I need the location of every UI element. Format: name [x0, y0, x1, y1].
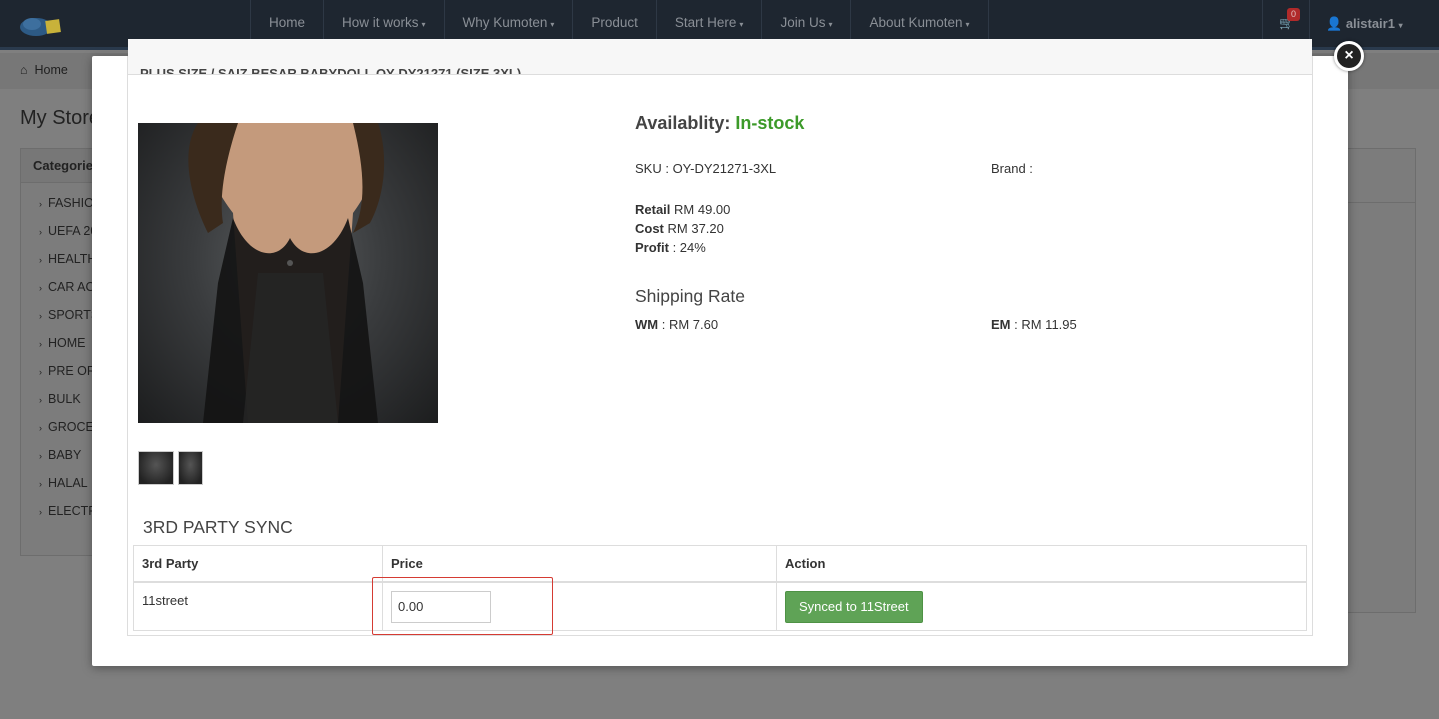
party-cell: 11street [133, 581, 383, 631]
chevron-down-icon: ▾ [421, 20, 426, 29]
shipping-em: EM : RM 11.95 [991, 317, 1077, 332]
chevron-right-icon: › [39, 423, 42, 433]
content-panel [1346, 148, 1416, 613]
chevron-right-icon: › [39, 227, 42, 237]
home-icon: ⌂ [20, 63, 28, 77]
third-party-sync-title: 3RD PARTY SYNC [143, 517, 293, 537]
user-menu[interactable]: 👤 alistair1 ▾ [1310, 0, 1403, 48]
category-item[interactable]: › BULK [21, 385, 99, 413]
product-sku: SKU : OY-DY21271-3XL [635, 161, 777, 176]
category-item[interactable]: › HEALTH [21, 245, 99, 273]
category-item[interactable]: › FASHION [21, 189, 99, 217]
cost-price: Cost RM 37.20 [635, 221, 724, 236]
price-breakdown: Retail RM 49.00 Cost RM 37.20 Profit : 2… [635, 200, 730, 257]
chevron-right-icon: › [39, 199, 42, 209]
chevron-right-icon: › [39, 339, 42, 349]
chevron-right-icon: › [39, 255, 42, 265]
chevron-right-icon: › [39, 283, 42, 293]
chevron-down-icon: ▾ [965, 20, 970, 29]
category-item[interactable]: ›UEFA 2016 [21, 217, 99, 245]
category-item[interactable]: ›PRE ORDER [21, 357, 99, 385]
category-item[interactable]: ›GROCERY [21, 413, 99, 441]
chevron-right-icon: › [39, 479, 42, 489]
user-icon: 👤 [1326, 16, 1343, 31]
product-detail-box: PLUS SIZE / SAIZ BESAR BABYDOLL OY-DY212… [127, 39, 1313, 636]
profit: Profit : 24% [635, 240, 706, 255]
product-modal: PLUS SIZE / SAIZ BESAR BABYDOLL OY-DY212… [92, 39, 1348, 666]
product-thumbnail[interactable] [178, 451, 203, 485]
user-name: alistair1 [1345, 16, 1395, 31]
close-icon[interactable]: × [1334, 41, 1364, 71]
categories-panel: Categories ›FASHION ›UEFA 2016 ›HEALTH ›… [20, 148, 100, 556]
column-header: Action [776, 545, 1307, 583]
breadcrumb-home[interactable]: ⌂ Home [20, 63, 68, 77]
chevron-down-icon: ▾ [828, 20, 833, 29]
product-main-image[interactable] [138, 123, 438, 423]
category-item[interactable]: › SPORTS [21, 301, 99, 329]
product-title: PLUS SIZE / SAIZ BESAR BABYDOLL OY-DY212… [128, 39, 1312, 75]
chevron-down-icon: ▾ [1398, 21, 1403, 30]
category-item[interactable]: ›ELECTRONICS [21, 497, 99, 525]
product-photo-illustration [188, 123, 385, 423]
category-item[interactable]: › HALAL [21, 469, 99, 497]
retail-price: Retail RM 49.00 [635, 202, 731, 217]
content-panel-header [1347, 149, 1415, 203]
kumoten-logo[interactable] [18, 12, 64, 38]
table-row: 11street Synced to 11Street [133, 581, 1307, 631]
product-info: Availablity: In-stock SKU : OY-DY21271-3… [635, 113, 1305, 332]
category-list: ›FASHION ›UEFA 2016 ›HEALTH ›CAR ACCESSO… [21, 183, 99, 525]
shipping-wm: WM : RM 7.60 [635, 317, 719, 332]
chevron-right-icon: › [39, 451, 42, 461]
column-header: 3rd Party [133, 545, 383, 583]
chevron-right-icon: › [39, 395, 42, 405]
page-title: My Store [20, 107, 101, 129]
category-item[interactable]: ›CAR ACCESSORIES [21, 273, 99, 301]
category-item[interactable]: › BABY [21, 441, 99, 469]
price-highlight-annotation [372, 577, 553, 635]
chevron-down-icon: ▾ [550, 20, 555, 29]
product-thumbnail[interactable] [138, 451, 174, 485]
cart-count-badge: 0 [1287, 8, 1301, 21]
table-header-row: 3rd Party Price Action [133, 545, 1307, 583]
availability: Availablity: In-stock [635, 113, 805, 133]
product-brand: Brand : [991, 161, 1033, 176]
chevron-right-icon: › [39, 507, 42, 517]
chevron-right-icon: › [39, 311, 42, 321]
chevron-right-icon: › [39, 367, 42, 377]
synced-to-11street-button[interactable]: Synced to 11Street [785, 590, 923, 623]
action-cell: Synced to 11Street [776, 581, 1307, 631]
category-item[interactable]: › HOME [21, 329, 99, 357]
availability-status: In-stock [735, 113, 805, 133]
shipping-rate-title: Shipping Rate [635, 286, 745, 306]
categories-header: Categories [21, 149, 99, 183]
third-party-sync-table: 3rd Party Price Action 11street Synced t… [133, 545, 1307, 631]
chevron-down-icon: ▾ [739, 20, 744, 29]
